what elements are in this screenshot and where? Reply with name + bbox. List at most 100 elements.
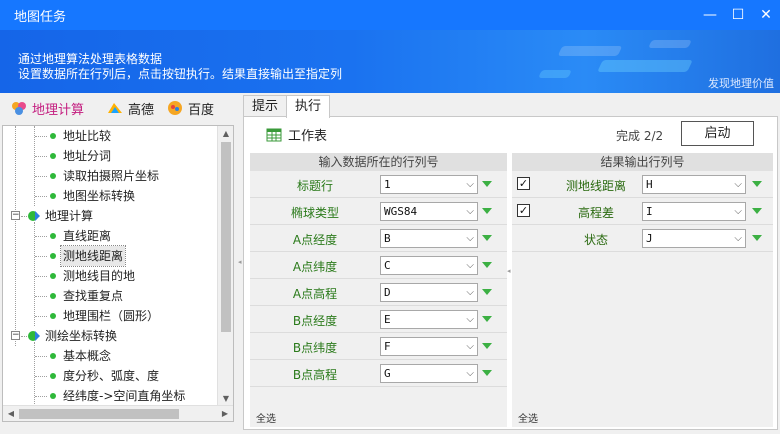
banner-slogan: 发现地理价值 bbox=[708, 77, 774, 90]
tree-item[interactable]: 地图坐标转换 bbox=[3, 186, 233, 206]
column-select[interactable]: J ⌵ bbox=[642, 229, 746, 248]
splitter-grip-icon: ◂ bbox=[507, 267, 511, 275]
chevron-down-icon: ⌵ bbox=[734, 179, 742, 190]
main-tabs: 提示 执行 bbox=[243, 95, 331, 118]
fill-down-icon[interactable] bbox=[482, 262, 492, 268]
collapse-toggle-icon[interactable]: − bbox=[11, 331, 20, 340]
banner-decoration bbox=[557, 46, 623, 56]
geo-calc-icon bbox=[10, 99, 28, 117]
tree-item[interactable]: 经纬度->空间直角坐标 bbox=[3, 386, 233, 406]
tab-hints[interactable]: 提示 bbox=[243, 95, 288, 117]
worksheet-toolbar[interactable]: 工作表 bbox=[266, 125, 327, 144]
bullet-icon bbox=[50, 193, 56, 199]
function-tree[interactable]: 地址比较 地址分词 读取拍摄照片坐标 地图坐标转换 − 地理计算 直线距离 测地线… bbox=[2, 125, 234, 422]
left-tab-amap[interactable]: 高德 bbox=[102, 97, 158, 119]
scroll-up-icon[interactable]: ▲ bbox=[218, 126, 233, 142]
chevron-down-icon: ⌵ bbox=[466, 341, 474, 352]
left-panel: 地理计算 高德 百度 地址比较 地址分词 读取拍摄照片坐标 地图坐标转换 − 地理… bbox=[0, 93, 237, 434]
tree-item[interactable]: 地址分词 bbox=[3, 146, 233, 166]
tree-item-selected[interactable]: 测地线距离 bbox=[3, 245, 233, 267]
fill-down-icon[interactable] bbox=[482, 208, 492, 214]
worksheet-label: 工作表 bbox=[288, 129, 328, 144]
column-select[interactable]: G ⌵ bbox=[380, 364, 478, 383]
bullet-icon bbox=[50, 313, 56, 319]
bullet-icon bbox=[50, 393, 56, 399]
column-select[interactable]: E ⌵ bbox=[380, 310, 478, 329]
tree-item[interactable]: 度分秒、弧度、度 bbox=[3, 366, 233, 386]
select-all-link[interactable]: 全选 bbox=[518, 410, 538, 425]
column-select[interactable]: D ⌵ bbox=[380, 283, 478, 302]
left-tab-geo-calc[interactable]: 地理计算 bbox=[6, 97, 88, 119]
tab-execute[interactable]: 执行 bbox=[286, 95, 331, 118]
select-all-link[interactable]: 全选 bbox=[256, 410, 276, 425]
fill-down-icon[interactable] bbox=[482, 289, 492, 295]
tree-group[interactable]: − 测绘坐标转换 bbox=[3, 326, 233, 346]
scroll-thumb[interactable] bbox=[221, 142, 231, 332]
splitter-grip-icon: ◂ bbox=[238, 258, 242, 266]
tree-item[interactable]: 读取拍摄照片坐标 bbox=[3, 166, 233, 186]
globe-icon bbox=[28, 331, 40, 341]
bullet-icon bbox=[50, 153, 56, 159]
table-icon bbox=[266, 128, 282, 141]
scroll-thumb[interactable] bbox=[19, 409, 179, 419]
left-tab-label: 地理计算 bbox=[32, 102, 85, 118]
banner: 通过地理算法处理表格数据 设置数据所在行列后，点击按钮执行。结果直接输出至指定列… bbox=[0, 30, 780, 93]
input-row: A点经度 B ⌵ bbox=[250, 225, 507, 252]
globe-icon bbox=[28, 211, 40, 221]
column-select[interactable]: I ⌵ bbox=[642, 202, 746, 221]
maximize-button[interactable]: ☐ bbox=[724, 0, 752, 30]
column-select[interactable]: H ⌵ bbox=[642, 175, 746, 194]
chevron-down-icon: ⌵ bbox=[734, 233, 742, 244]
column-select[interactable]: 1 ⌵ bbox=[380, 175, 478, 194]
ellipsoid-select[interactable]: WGS84 ⌵ bbox=[380, 202, 478, 221]
tree-item[interactable]: 地理围栏（圆形） bbox=[3, 306, 233, 326]
column-select[interactable]: F ⌵ bbox=[380, 337, 478, 356]
tree-group[interactable]: − 地理计算 bbox=[3, 206, 233, 226]
output-checkbox[interactable]: ✓ bbox=[517, 204, 530, 217]
chevron-down-icon: ⌵ bbox=[466, 233, 474, 244]
fill-down-icon[interactable] bbox=[482, 370, 492, 376]
start-button[interactable]: 启动 bbox=[681, 121, 754, 146]
input-row: B点经度 E ⌵ bbox=[250, 306, 507, 333]
column-select[interactable]: B ⌵ bbox=[380, 229, 478, 248]
fill-down-icon[interactable] bbox=[482, 235, 492, 241]
column-select[interactable]: C ⌵ bbox=[380, 256, 478, 275]
tree-item[interactable]: 地址比较 bbox=[3, 126, 233, 146]
fill-down-icon[interactable] bbox=[482, 343, 492, 349]
tree-item[interactable]: 测地线目的地 bbox=[3, 266, 233, 286]
fill-down-icon[interactable] bbox=[752, 208, 762, 214]
output-panel-header: 结果输出行列号 bbox=[512, 153, 773, 171]
left-tab-baidu[interactable]: 百度 bbox=[162, 97, 218, 119]
tree-item[interactable]: 基本概念 bbox=[3, 346, 233, 366]
collapse-toggle-icon[interactable]: − bbox=[11, 211, 20, 220]
baidu-map-icon bbox=[166, 99, 184, 117]
execute-panel: 工作表 完成 2/2 启动 输入数据所在的行列号 标题行 1 ⌵ 椭球类型 WGS84… bbox=[243, 116, 778, 430]
input-panel-header: 输入数据所在的行列号 bbox=[250, 153, 507, 171]
output-settings-panel: 结果输出行列号 ✓ 测地线距离 H ⌵ ✓ 高程差 I ⌵ 状态 J ⌵ 全选 bbox=[512, 153, 773, 427]
fill-down-icon[interactable] bbox=[752, 181, 762, 187]
tree-vertical-scrollbar[interactable]: ▲ ▼ bbox=[217, 126, 233, 407]
close-button[interactable]: ✕ bbox=[752, 0, 780, 30]
window-titlebar: 地图任务 — ☐ ✕ bbox=[0, 0, 780, 30]
input-row: 椭球类型 WGS84 ⌵ bbox=[250, 198, 507, 225]
tree-item[interactable]: 查找重复点 bbox=[3, 286, 233, 306]
progress-status: 完成 2/2 bbox=[616, 129, 664, 143]
amap-icon bbox=[106, 99, 124, 117]
output-row: 状态 J ⌵ bbox=[512, 225, 773, 252]
input-row: A点高程 D ⌵ bbox=[250, 279, 507, 306]
chevron-down-icon: ⌵ bbox=[734, 206, 742, 217]
scroll-right-icon[interactable]: ▶ bbox=[217, 406, 233, 421]
bullet-icon bbox=[50, 293, 56, 299]
chevron-down-icon: ⌵ bbox=[466, 260, 474, 271]
fill-down-icon[interactable] bbox=[482, 316, 492, 322]
output-checkbox[interactable]: ✓ bbox=[517, 177, 530, 190]
bullet-icon bbox=[50, 233, 56, 239]
scroll-left-icon[interactable]: ◀ bbox=[3, 406, 19, 421]
input-row: A点纬度 C ⌵ bbox=[250, 252, 507, 279]
tree-item[interactable]: 直线距离 bbox=[3, 226, 233, 246]
tree-horizontal-scrollbar[interactable]: ◀ ▶ bbox=[3, 405, 233, 421]
minimize-button[interactable]: — bbox=[696, 0, 724, 30]
fill-down-icon[interactable] bbox=[752, 235, 762, 241]
left-tab-label: 高德 bbox=[128, 102, 155, 118]
fill-down-icon[interactable] bbox=[482, 181, 492, 187]
